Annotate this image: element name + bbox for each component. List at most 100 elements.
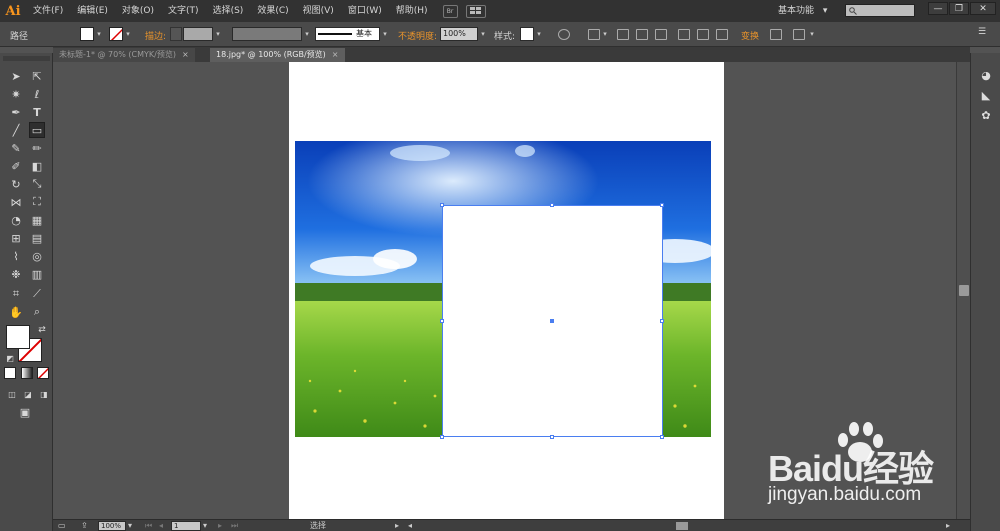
tab-18-jpg[interactable]: 18.jpg* @ 100% (RGB/预览) × [210,48,345,62]
hand-tool-icon[interactable]: ✋ [8,304,24,320]
chevron-down-icon[interactable]: ▾ [128,520,132,531]
align-right-icon[interactable] [655,29,667,40]
pencil-tool-icon[interactable]: ✏ [29,140,45,156]
close-icon[interactable]: × [182,50,189,59]
gradient-tool-icon[interactable]: ▤ [29,230,45,246]
symbol-sprayer-tool-icon[interactable]: ❉ [8,266,24,282]
draw-inside-icon[interactable]: ◨ [36,386,52,402]
chevron-down-icon[interactable]: ▾ [479,28,487,40]
color-mode-icon[interactable] [4,367,16,379]
minimize-button[interactable]: — [928,2,948,15]
transform-link[interactable]: 变换 [741,29,759,42]
previous-artboard-icon[interactable]: ◂ [159,520,163,531]
menu-type[interactable]: 文字(T) [161,0,206,22]
isolate-object-icon[interactable] [770,29,782,40]
paintbrush-tool-icon[interactable]: ✎ [8,140,24,156]
close-icon[interactable]: × [332,50,339,59]
stroke-weight-stepper[interactable] [170,27,182,41]
brush-definition-dropdown[interactable]: 基本 [315,27,380,41]
draw-behind-icon[interactable]: ◪ [20,386,36,402]
swap-fill-stroke-icon[interactable]: ⇄ [34,322,50,338]
resize-handle-top-right[interactable] [660,203,664,207]
menu-object[interactable]: 对象(O) [115,0,161,22]
menu-select[interactable]: 选择(S) [206,0,251,22]
align-left-icon[interactable] [617,29,629,40]
eraser-tool-icon[interactable]: ◧ [29,158,45,174]
perspective-grid-tool-icon[interactable]: ▦ [29,212,45,228]
menu-help[interactable]: 帮助(H) [389,0,435,22]
align-horizontal-center-icon[interactable] [636,29,648,40]
rotate-tool-icon[interactable]: ↻ [8,176,24,192]
none-mode-icon[interactable] [37,367,49,379]
menu-window[interactable]: 窗口(W) [341,0,389,22]
chevron-down-icon[interactable]: ▾ [203,520,207,531]
zoom-tool-icon[interactable]: ⌕ [29,304,45,320]
blend-tool-icon[interactable]: ◎ [29,248,45,264]
horizontal-scroll-thumb[interactable] [676,522,688,530]
tab-untitled-1[interactable]: 未标题-1* @ 70% (CMYK/预览) × [53,48,195,62]
restore-button[interactable]: ❐ [949,2,969,15]
opacity-field[interactable]: 100% [440,27,478,41]
artboard-tool-icon[interactable]: ⌗ [8,286,24,302]
gradient-mode-icon[interactable] [21,367,33,379]
line-segment-tool-icon[interactable]: ╱ [8,122,24,138]
scale-tool-icon[interactable]: ⤡ [29,176,45,192]
align-vertical-center-icon[interactable] [697,29,709,40]
selection-tool-icon[interactable]: ➤ [8,68,24,84]
resize-handle-bottom-right[interactable] [660,435,664,439]
menu-view[interactable]: 视图(V) [296,0,341,22]
arrange-documents-button[interactable] [465,4,486,18]
opacity-label[interactable]: 不透明度: [398,29,437,42]
zoom-level-field[interactable]: 100% [98,521,126,531]
symbols-panel-icon[interactable]: ✿ [978,107,994,123]
chevron-down-icon[interactable]: ▾ [95,28,103,40]
menu-effect[interactable]: 效果(C) [250,0,295,22]
next-artboard-icon[interactable]: ▸ [218,520,222,531]
shape-builder-tool-icon[interactable]: ◔ [8,212,24,228]
variable-width-profile[interactable] [232,27,302,41]
align-to-icon[interactable] [588,29,600,40]
center-point-handle[interactable] [550,319,554,323]
chevron-down-icon[interactable]: ▾ [214,28,222,40]
free-transform-tool-icon[interactable]: ⛶ [29,194,45,210]
fill-color-box[interactable] [6,325,30,349]
blob-brush-tool-icon[interactable]: ✐ [8,158,24,174]
rectangle-tool-icon[interactable]: ▭ [29,122,45,138]
align-bottom-icon[interactable] [716,29,728,40]
chevron-down-icon[interactable]: ▾ [381,28,389,40]
chevron-down-icon[interactable]: ▾ [535,28,543,40]
graphic-style-swatch[interactable] [520,27,534,41]
resize-handle-bottom-left[interactable] [440,435,444,439]
recolor-artwork-icon[interactable] [558,29,570,40]
close-button[interactable]: ✕ [970,2,996,15]
panel-options-icon[interactable] [793,29,805,40]
align-top-icon[interactable] [678,29,690,40]
default-fill-stroke-icon[interactable]: ◩ [2,350,18,366]
menu-edit[interactable]: 编辑(E) [70,0,115,22]
width-tool-icon[interactable]: ⋈ [8,194,24,210]
stroke-color-swatch[interactable] [109,27,123,41]
workspace-switcher[interactable]: 基本功能 ▾ [778,3,827,16]
type-tool-icon[interactable]: T [29,104,45,120]
lasso-tool-icon[interactable]: ℓ [29,86,45,102]
color-panel-icon[interactable]: ◕ [978,67,994,83]
screen-mode-icon[interactable]: ▣ [17,404,33,420]
magic-wand-tool-icon[interactable]: ✷ [8,86,24,102]
eyedropper-tool-icon[interactable]: ⌇ [8,248,24,264]
chevron-down-icon[interactable]: ▾ [124,28,132,40]
chevron-down-icon[interactable]: ▾ [808,28,816,40]
stroke-label[interactable]: 描边: [145,29,166,42]
chevron-down-icon[interactable]: ▾ [601,28,609,40]
slice-tool-icon[interactable]: ⟋ [29,286,45,302]
scroll-right-icon[interactable]: ▸ [946,520,950,531]
resize-handle-right[interactable] [660,319,664,323]
first-artboard-icon[interactable]: ⏮ [145,520,152,531]
panel-grip[interactable] [3,56,50,61]
menu-file[interactable]: 文件(F) [26,0,70,22]
vertical-scroll-thumb[interactable] [959,285,969,296]
resize-handle-left[interactable] [440,319,444,323]
status-menu-arrow-icon[interactable]: ▸ [395,520,399,531]
control-bar-menu-icon[interactable]: ☰ [978,27,986,37]
bridge-button[interactable]: Br [442,4,458,18]
resize-handle-bottom[interactable] [550,435,554,439]
